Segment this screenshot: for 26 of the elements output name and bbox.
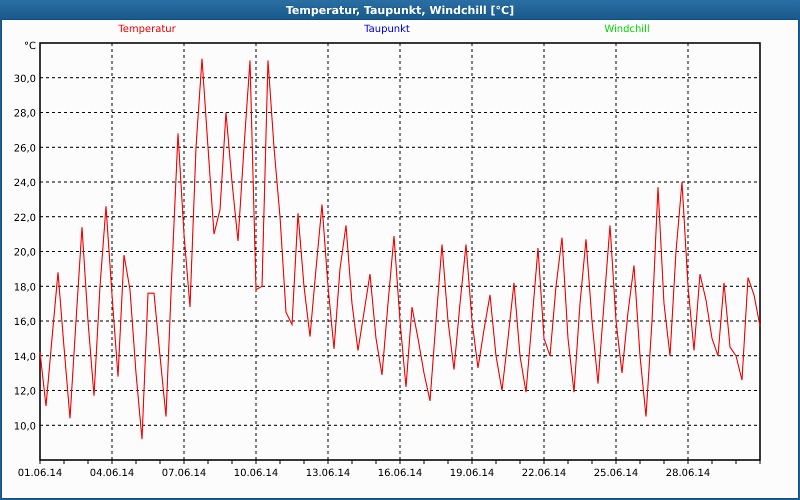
y-axis-label: 16,0 (14, 317, 36, 328)
x-axis-label: 04.06.14 (90, 468, 134, 479)
y-axis-label: 14,0 (14, 352, 36, 363)
y-axis-label: 18,0 (14, 282, 36, 294)
x-axis-label: 25.06.14 (594, 468, 638, 479)
legend-label: Windchill (604, 24, 650, 34)
legend-label: Taupunkt (364, 24, 410, 34)
unit-label: °C (24, 41, 36, 52)
x-axis-label: 28.06.14 (666, 468, 710, 479)
x-axis-label: 22.06.14 (522, 468, 566, 479)
y-axis-label: 22,0 (14, 212, 36, 224)
y-axis-label: 24,0 (14, 178, 36, 189)
y-axis-label: 28,0 (14, 108, 36, 120)
window-title: Temperatur, Taupunkt, Windchill [°C] (286, 4, 514, 16)
x-axis-label: 13.06.14 (306, 468, 350, 479)
y-axis-label: 26,0 (14, 143, 36, 154)
x-axis-label: 19.06.14 (450, 468, 494, 479)
y-axis-label: 20,0 (14, 248, 36, 258)
x-axis-label: 16.06.14 (378, 468, 422, 479)
y-axis-label: 12,0 (14, 386, 36, 398)
x-axis-label: 01.06.14 (18, 468, 62, 479)
y-axis-label: 30,0 (14, 74, 36, 85)
x-axis-label: 07.06.14 (162, 468, 206, 479)
legend-label: Temperatur (118, 24, 176, 34)
x-axis-label: 10.06.14 (234, 468, 278, 479)
y-axis-label: 10,0 (14, 421, 36, 432)
